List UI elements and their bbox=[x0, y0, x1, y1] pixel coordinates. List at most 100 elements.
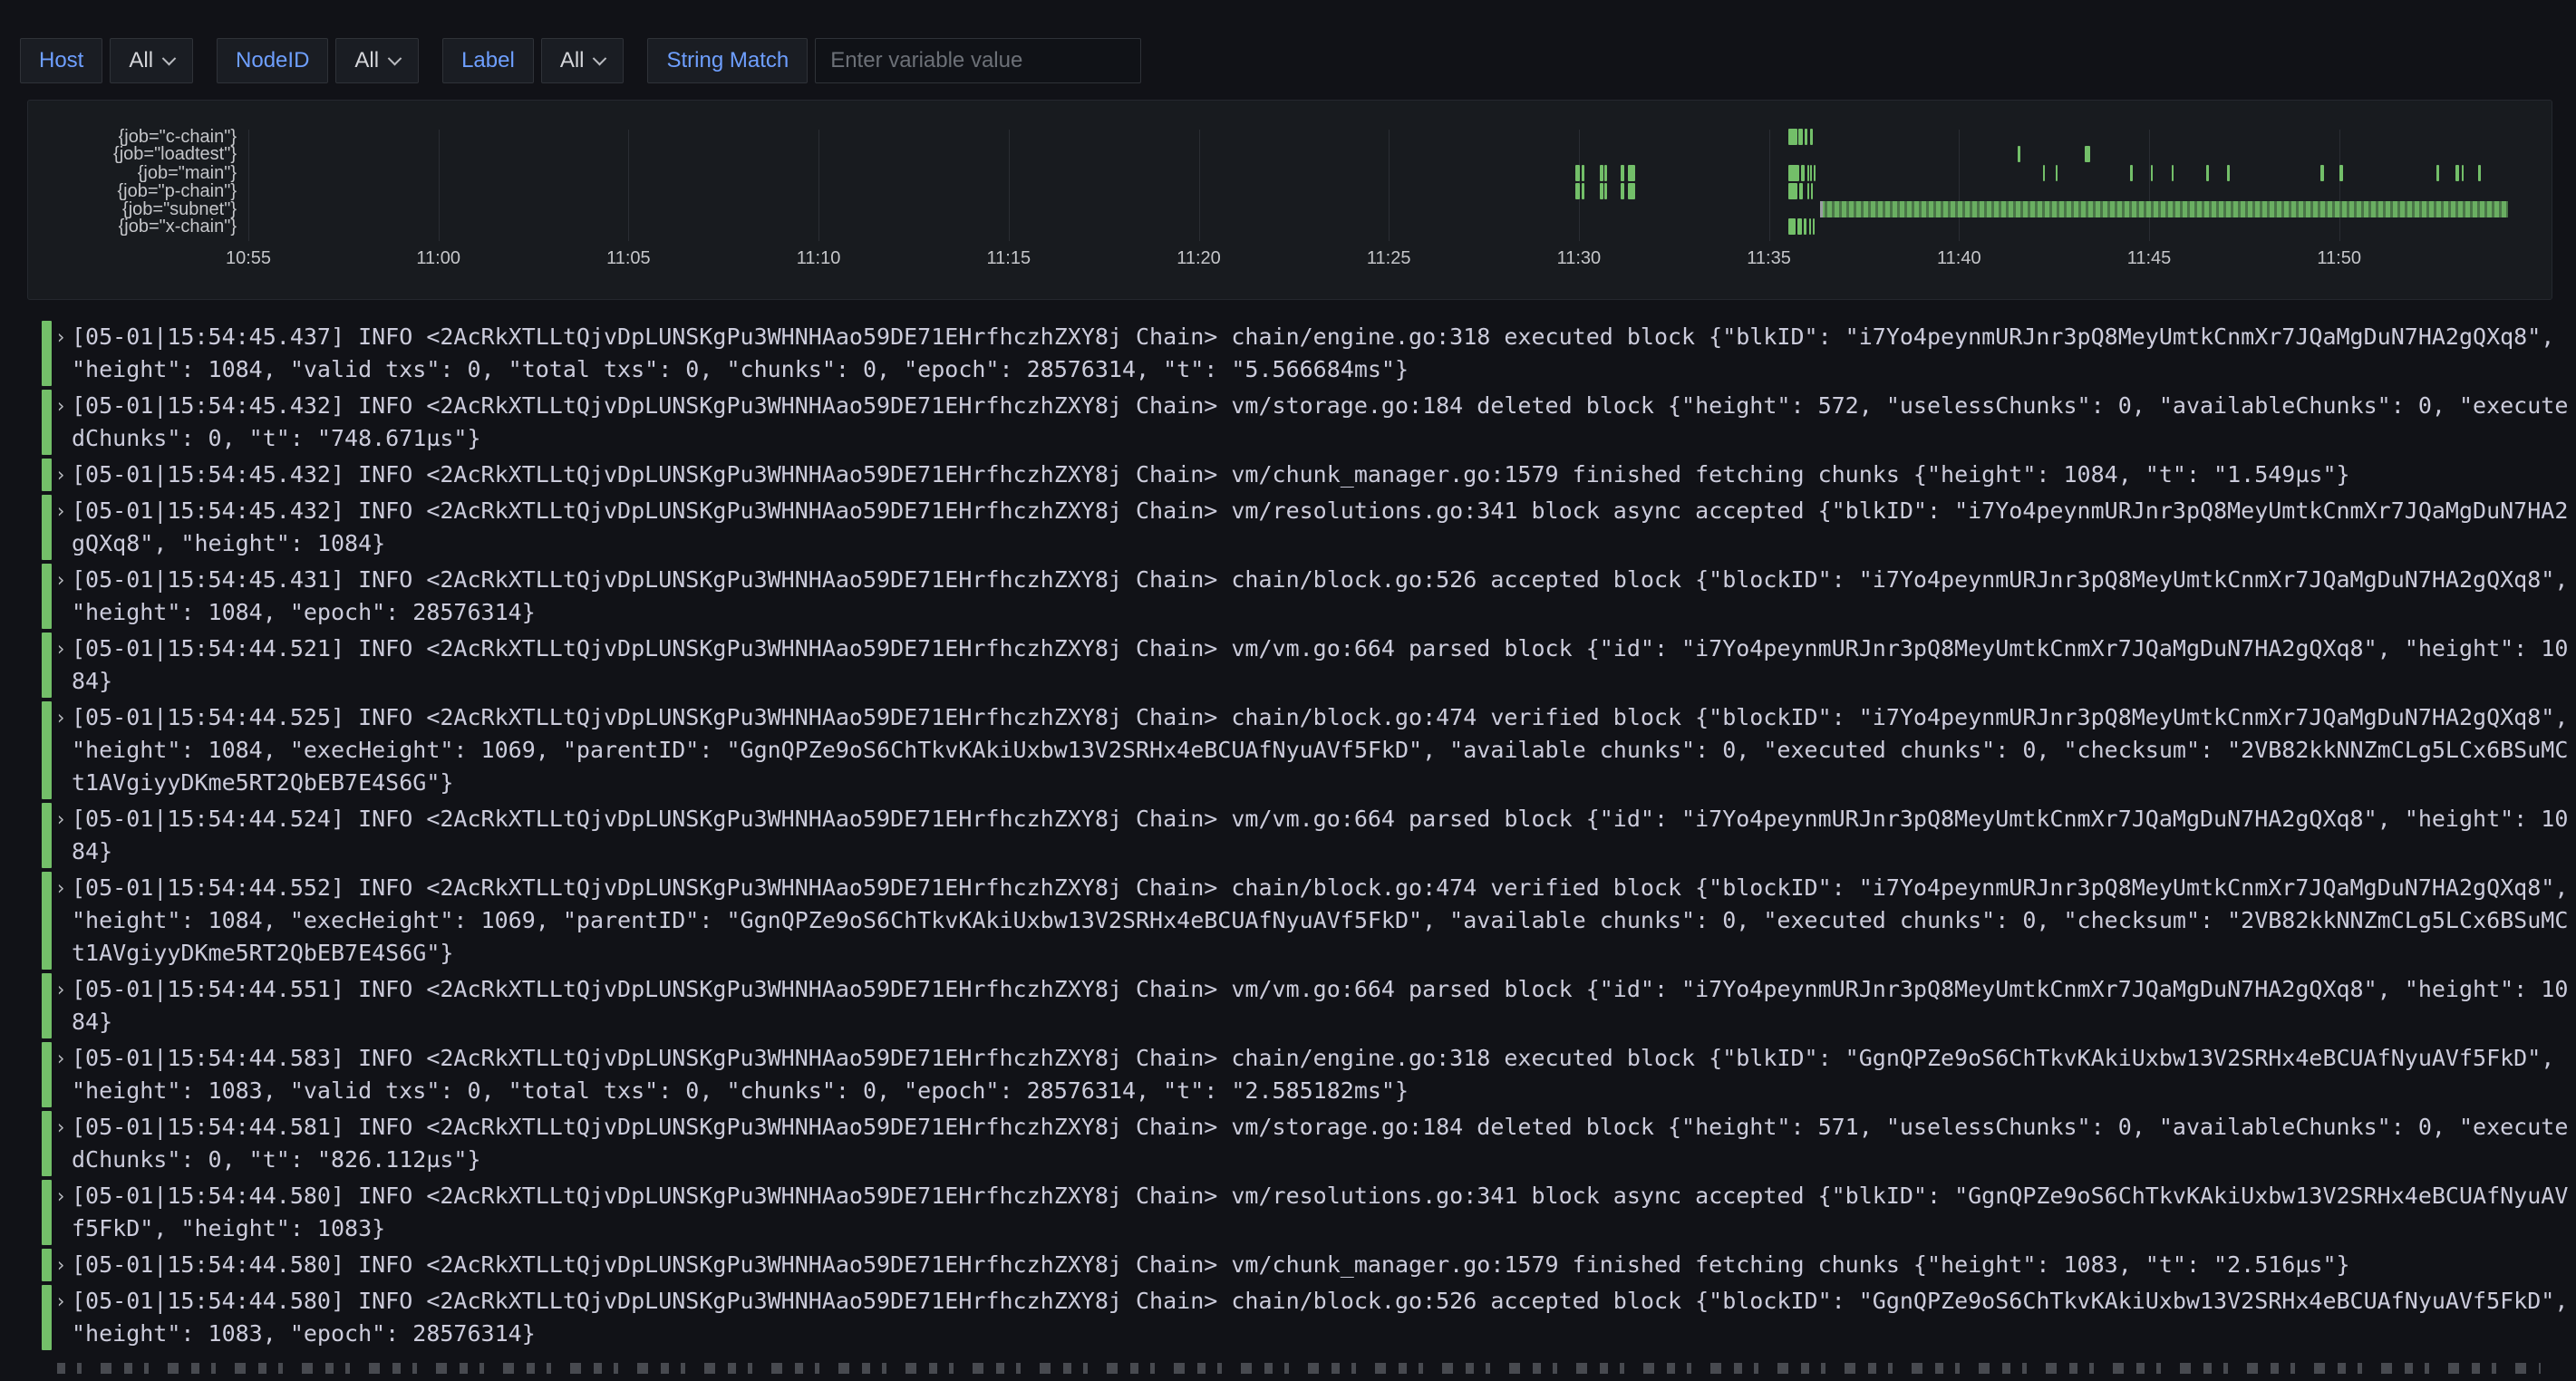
x-axis-label: 11:45 bbox=[2108, 248, 2190, 269]
log-row[interactable]: ›[05-01|15:54:44.521] INFO <2AcRkXTLLtQj… bbox=[42, 631, 2572, 700]
variable-value-label[interactable]: All bbox=[541, 38, 625, 83]
log-message: [05-01|15:54:44.524] INFO <2AcRkXTLLtQjv… bbox=[72, 803, 2572, 868]
expand-chevron-icon[interactable]: › bbox=[53, 973, 68, 1038]
chevron-down-icon bbox=[162, 51, 177, 65]
variable-group-string-match: String Match bbox=[647, 38, 1141, 83]
clipped-log-line bbox=[57, 1363, 2541, 1374]
x-gridline bbox=[248, 130, 249, 241]
log-volume-tick bbox=[1801, 165, 1805, 181]
log-volume-tick bbox=[1798, 129, 1802, 145]
log-volume-tick bbox=[2085, 146, 2090, 162]
string-match-input[interactable] bbox=[815, 38, 1141, 83]
x-gridline bbox=[1389, 130, 1390, 241]
variable-group-label: Label All bbox=[442, 38, 624, 83]
x-gridline bbox=[1009, 130, 1010, 241]
log-row[interactable]: ›[05-01|15:54:45.432] INFO <2AcRkXTLLtQj… bbox=[42, 457, 2572, 493]
log-row[interactable]: ›[05-01|15:54:44.583] INFO <2AcRkXTLLtQj… bbox=[42, 1040, 2572, 1109]
log-level-bar bbox=[42, 495, 52, 560]
log-volume-tick bbox=[1814, 165, 1816, 181]
expand-chevron-icon[interactable]: › bbox=[53, 1285, 68, 1350]
log-level-bar bbox=[42, 1249, 52, 1281]
log-row[interactable]: ›[05-01|15:54:45.432] INFO <2AcRkXTLLtQj… bbox=[42, 493, 2572, 562]
chart-legend: {job="c-chain"}{job="loadtest"}{job="mai… bbox=[35, 101, 237, 299]
log-volume-tick bbox=[1604, 165, 1606, 181]
variable-value-host-text: All bbox=[129, 48, 153, 73]
chart-plot-area[interactable]: 10:5511:0011:0511:1011:1511:2011:2511:30… bbox=[28, 101, 2552, 299]
log-row[interactable]: ›[05-01|15:54:45.431] INFO <2AcRkXTLLtQj… bbox=[42, 562, 2572, 631]
x-axis-label: 11:30 bbox=[1538, 248, 1620, 269]
log-message: [05-01|15:54:45.437] INFO <2AcRkXTLLtQjv… bbox=[72, 321, 2572, 386]
log-volume-tick bbox=[2043, 165, 2046, 181]
log-message: [05-01|15:54:44.583] INFO <2AcRkXTLLtQjv… bbox=[72, 1042, 2572, 1107]
log-volume-tick bbox=[1788, 165, 1799, 181]
expand-chevron-icon[interactable]: › bbox=[53, 564, 68, 629]
log-row[interactable]: ›[05-01|15:54:44.581] INFO <2AcRkXTLLtQj… bbox=[42, 1109, 2572, 1178]
log-volume-tick bbox=[2130, 165, 2133, 181]
log-level-bar bbox=[42, 321, 52, 386]
expand-chevron-icon[interactable]: › bbox=[53, 1042, 68, 1107]
legend-label[interactable]: {job="x-chain"} bbox=[119, 216, 237, 237]
variable-label-nodeid: NodeID bbox=[217, 38, 328, 83]
x-axis-label: 11:40 bbox=[1918, 248, 2000, 269]
expand-chevron-icon[interactable]: › bbox=[53, 1249, 68, 1281]
expand-chevron-icon[interactable]: › bbox=[53, 321, 68, 386]
log-message: [05-01|15:54:44.551] INFO <2AcRkXTLLtQjv… bbox=[72, 973, 2572, 1038]
chevron-down-icon bbox=[388, 51, 402, 65]
expand-chevron-icon[interactable]: › bbox=[53, 459, 68, 491]
log-volume-tick bbox=[1799, 183, 1803, 199]
expand-chevron-icon[interactable]: › bbox=[53, 495, 68, 560]
expand-chevron-icon[interactable]: › bbox=[53, 701, 68, 799]
x-gridline bbox=[2339, 130, 2340, 241]
log-volume-tick bbox=[1575, 165, 1580, 181]
log-message: [05-01|15:54:45.432] INFO <2AcRkXTLLtQjv… bbox=[72, 459, 2572, 491]
log-volume-tick bbox=[1810, 165, 1812, 181]
log-level-bar bbox=[42, 701, 52, 799]
log-row[interactable]: ›[05-01|15:54:44.580] INFO <2AcRkXTLLtQj… bbox=[42, 1283, 2572, 1352]
variable-group-host: Host All bbox=[20, 38, 193, 83]
x-axis-label: 11:25 bbox=[1348, 248, 1429, 269]
expand-chevron-icon[interactable]: › bbox=[53, 633, 68, 698]
log-level-bar bbox=[42, 1042, 52, 1107]
log-volume-tick bbox=[2436, 165, 2439, 181]
x-gridline bbox=[628, 130, 629, 241]
log-message: [05-01|15:54:44.525] INFO <2AcRkXTLLtQjv… bbox=[72, 701, 2572, 799]
log-row[interactable]: ›[05-01|15:54:45.437] INFO <2AcRkXTLLtQj… bbox=[42, 319, 2572, 388]
variable-value-host[interactable]: All bbox=[110, 38, 193, 83]
log-volume-tick bbox=[2227, 165, 2230, 181]
log-volume-tick bbox=[1797, 218, 1801, 235]
expand-chevron-icon[interactable]: › bbox=[53, 390, 68, 455]
log-volume-tick bbox=[1600, 165, 1603, 181]
string-match-label: String Match bbox=[647, 38, 808, 83]
x-gridline bbox=[1199, 130, 1200, 241]
log-level-bar bbox=[42, 1180, 52, 1245]
log-volume-tick bbox=[1807, 183, 1810, 199]
log-level-bar bbox=[42, 1285, 52, 1350]
log-volume-tick bbox=[1807, 165, 1809, 181]
log-row[interactable]: ›[05-01|15:54:45.432] INFO <2AcRkXTLLtQj… bbox=[42, 388, 2572, 457]
log-row[interactable]: ›[05-01|15:54:44.580] INFO <2AcRkXTLLtQj… bbox=[42, 1247, 2572, 1283]
variable-value-nodeid[interactable]: All bbox=[335, 38, 419, 83]
log-row[interactable]: ›[05-01|15:54:44.525] INFO <2AcRkXTLLtQj… bbox=[42, 700, 2572, 801]
log-volume-tick bbox=[1575, 183, 1580, 199]
x-axis-label: 11:15 bbox=[968, 248, 1050, 269]
log-volume-tick bbox=[1628, 165, 1635, 181]
log-row[interactable]: ›[05-01|15:54:44.552] INFO <2AcRkXTLLtQj… bbox=[42, 870, 2572, 971]
chevron-down-icon bbox=[593, 51, 607, 65]
log-row[interactable]: ›[05-01|15:54:44.524] INFO <2AcRkXTLLtQj… bbox=[42, 801, 2572, 870]
expand-chevron-icon[interactable]: › bbox=[53, 1180, 68, 1245]
log-message: [05-01|15:54:44.580] INFO <2AcRkXTLLtQjv… bbox=[72, 1249, 2572, 1281]
log-row[interactable]: ›[05-01|15:54:44.551] INFO <2AcRkXTLLtQj… bbox=[42, 971, 2572, 1040]
expand-chevron-icon[interactable]: › bbox=[53, 872, 68, 970]
log-volume-tick bbox=[2172, 165, 2174, 181]
expand-chevron-icon[interactable]: › bbox=[53, 1111, 68, 1176]
log-volume-tick bbox=[1621, 183, 1624, 199]
log-message: [05-01|15:54:45.432] INFO <2AcRkXTLLtQjv… bbox=[72, 390, 2572, 455]
log-volume-tick bbox=[2151, 165, 2153, 181]
expand-chevron-icon[interactable]: › bbox=[53, 803, 68, 868]
log-volume-tick bbox=[1804, 218, 1806, 235]
log-row[interactable]: ›[05-01|15:54:44.580] INFO <2AcRkXTLLtQj… bbox=[42, 1178, 2572, 1247]
log-volume-tick bbox=[1604, 183, 1606, 199]
log-message: [05-01|15:54:44.580] INFO <2AcRkXTLLtQjv… bbox=[72, 1285, 2572, 1350]
log-level-bar bbox=[42, 459, 52, 491]
log-level-bar bbox=[42, 872, 52, 970]
